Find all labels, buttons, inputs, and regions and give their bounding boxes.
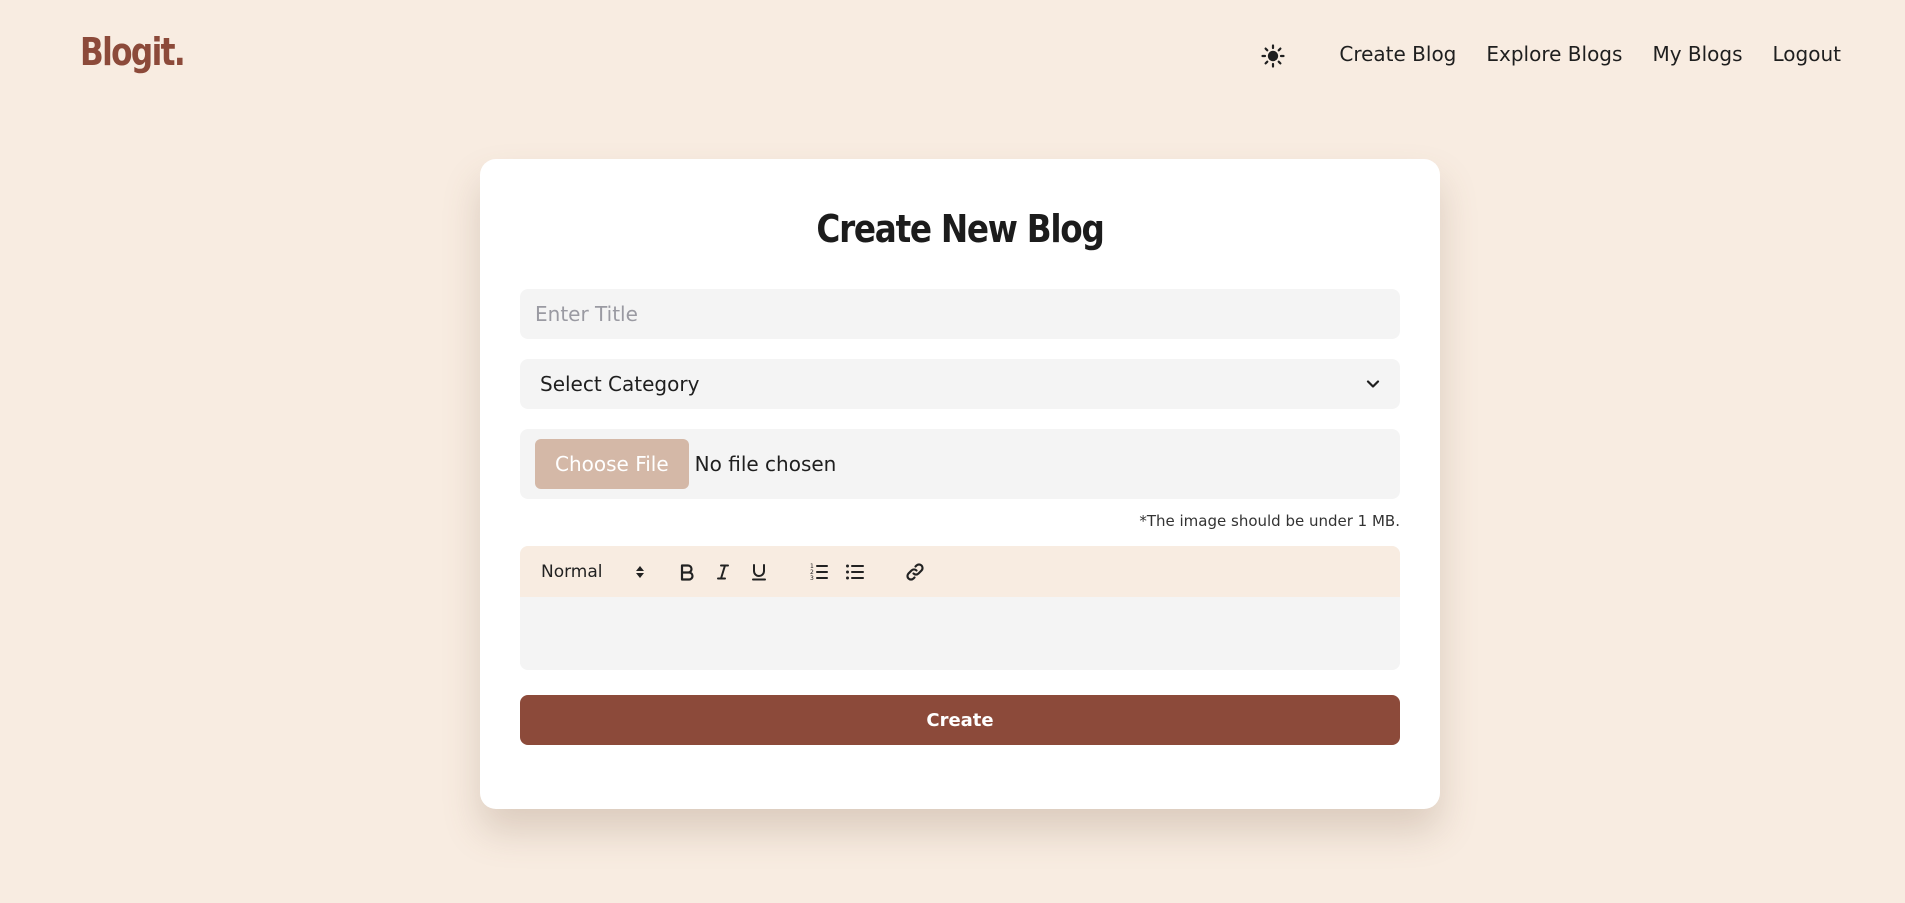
format-select-value: Normal [541,561,603,582]
file-status: No file chosen [694,452,837,476]
italic-icon[interactable] [709,558,737,586]
sort-arrows-icon [636,565,644,578]
bullet-list-icon[interactable] [841,558,869,586]
nav-create-blog[interactable]: Create Blog [1339,42,1456,66]
chevron-down-icon [1366,380,1380,388]
bold-icon[interactable] [673,558,701,586]
nav-logout[interactable]: Logout [1773,42,1841,66]
format-select[interactable]: Normal [541,562,649,582]
category-select[interactable]: Select Category [520,359,1400,409]
nav-explore-blogs[interactable]: Explore Blogs [1486,42,1622,66]
link-icon[interactable] [901,558,929,586]
nav-my-blogs[interactable]: My Blogs [1652,42,1742,66]
category-select-value: Select Category [540,372,700,396]
title-input[interactable] [520,289,1400,339]
ordered-list-icon[interactable]: 123 [805,558,833,586]
image-size-note: *The image should be under 1 MB. [1139,512,1400,530]
underline-icon[interactable] [745,558,773,586]
logo[interactable]: Blogit. [80,30,186,74]
editor-toolbar: Normal 123 [520,546,1400,597]
create-button[interactable]: Create [520,695,1400,745]
svg-text:3: 3 [810,575,814,581]
theme-toggle-button[interactable] [1260,43,1286,69]
create-blog-card: Create New Blog Select Category Choose F… [480,159,1440,809]
choose-file-button[interactable]: Choose File [535,439,689,489]
sun-icon [1261,44,1285,68]
page-title: Create New Blog [816,207,1104,251]
main-nav: Create Blog Explore Blogs My Blogs Logou… [1339,42,1841,66]
editor-content-area[interactable] [520,597,1400,670]
file-input: Choose File No file chosen [520,429,1400,499]
rich-text-editor: Normal 123 [520,546,1400,670]
top-navigation-bar: Blogit. Create Blog Explore Blogs My Blo… [0,0,1905,110]
